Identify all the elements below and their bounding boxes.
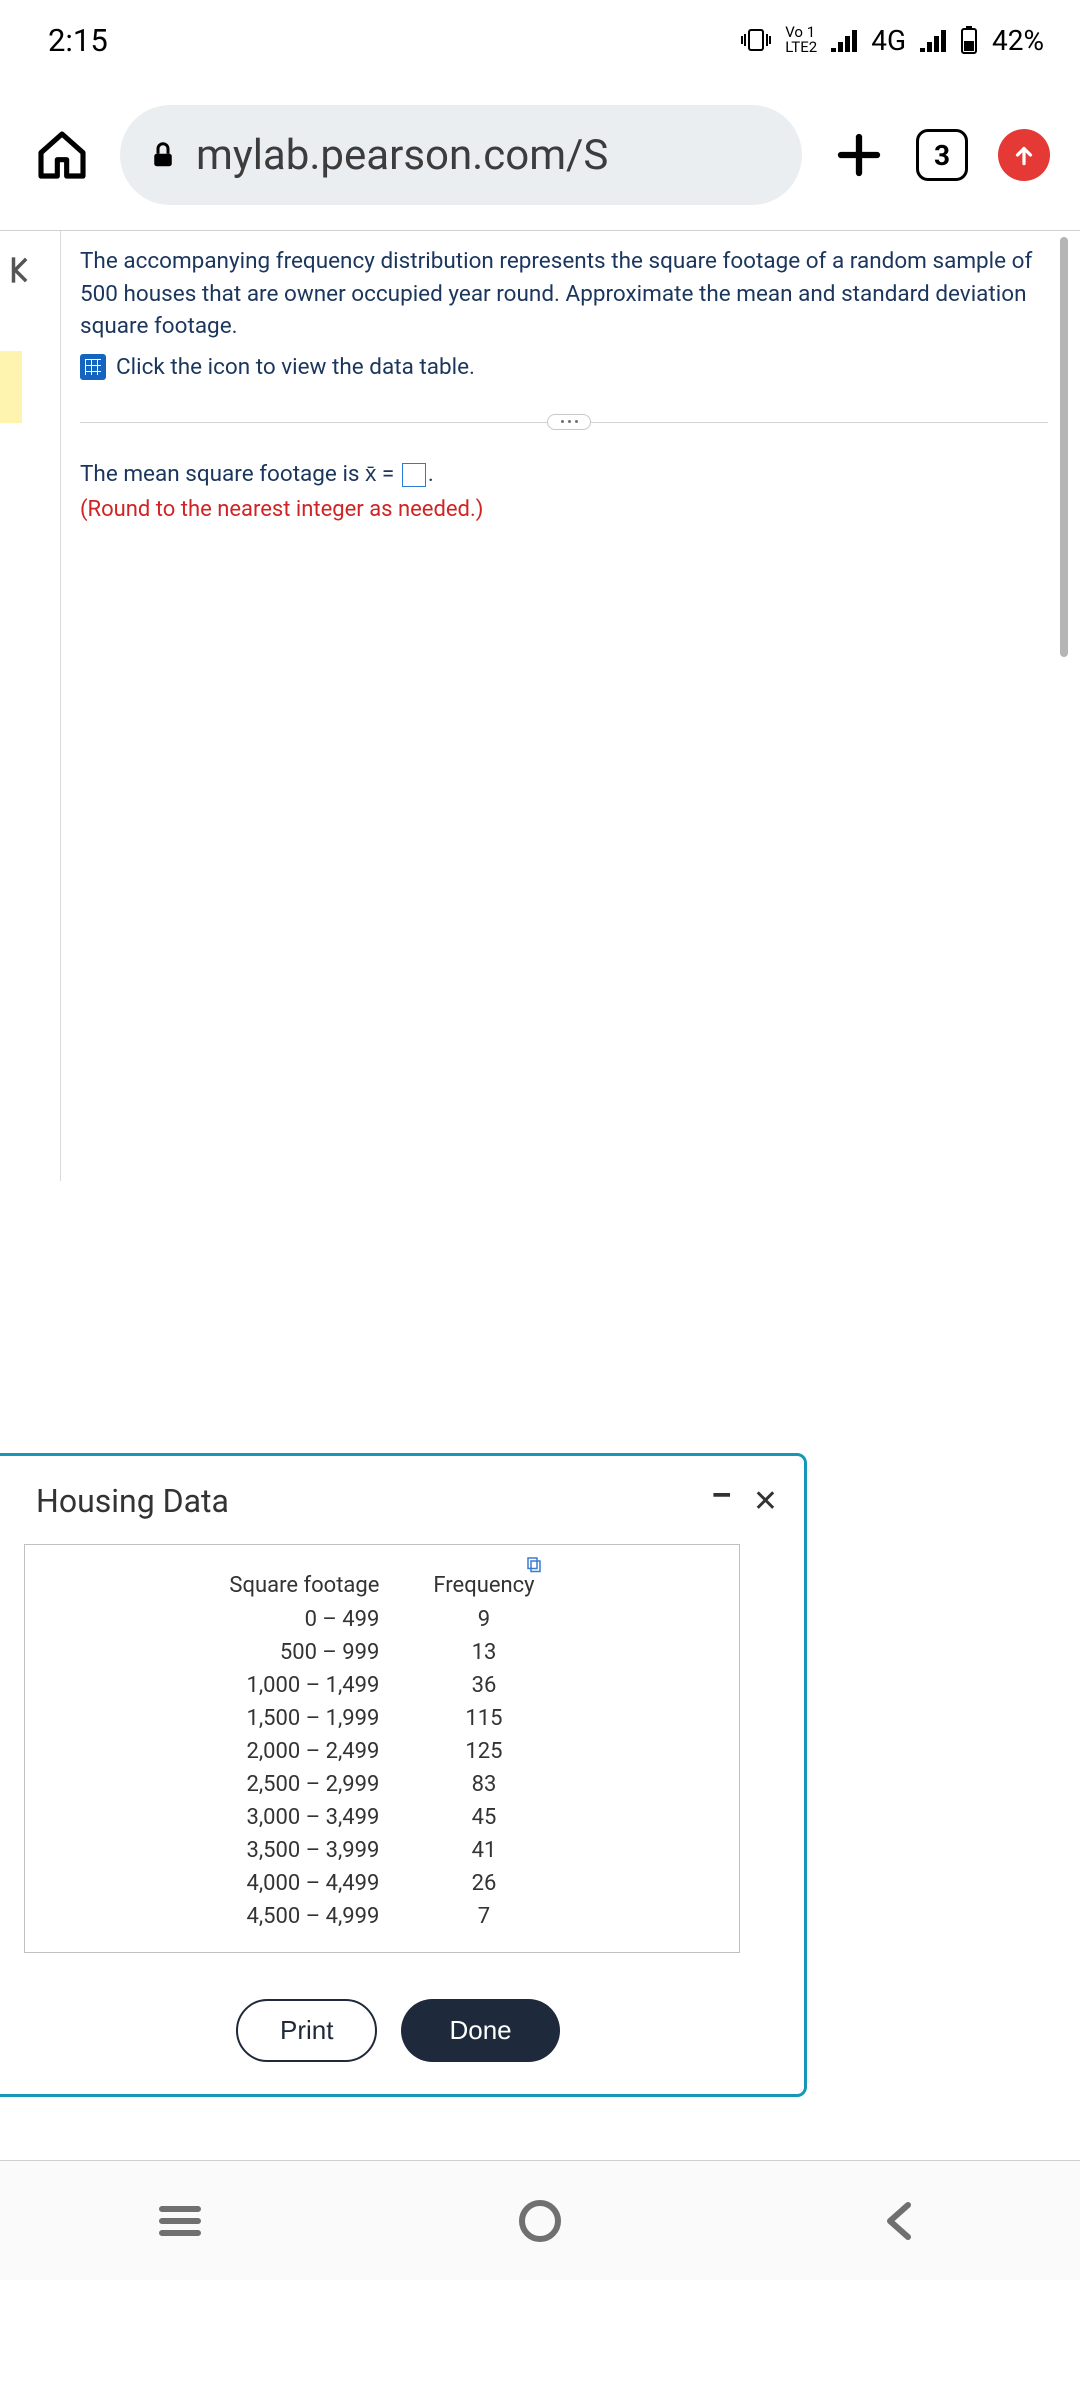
divider bbox=[60, 231, 61, 1181]
table-row: 4,500 – 4,9997 bbox=[203, 1901, 560, 1932]
frequency-table: Square footage Frequency 0 – 4999500 – 9… bbox=[201, 1567, 562, 1934]
copy-icon[interactable] bbox=[525, 1555, 543, 1573]
cell-freq: 115 bbox=[407, 1703, 560, 1734]
back-nav-icon[interactable] bbox=[876, 2197, 924, 2245]
vibrate-icon bbox=[741, 28, 771, 52]
status-bar: 2:15 Vo 1 LTE2 4G 42% bbox=[0, 0, 1080, 80]
cell-freq: 45 bbox=[407, 1802, 560, 1833]
clock: 2:15 bbox=[48, 22, 108, 59]
android-nav-bar bbox=[0, 2160, 1080, 2280]
table-row: 500 – 99913 bbox=[203, 1637, 560, 1668]
cell-range: 1,000 – 1,499 bbox=[203, 1670, 405, 1701]
cell-range: 500 – 999 bbox=[203, 1637, 405, 1668]
table-row: 2,000 – 2,499125 bbox=[203, 1736, 560, 1767]
rounding-hint: (Round to the nearest integer as needed.… bbox=[80, 494, 1058, 526]
battery-icon bbox=[960, 25, 978, 55]
question-area: The accompanying frequency distribution … bbox=[80, 231, 1080, 526]
done-button[interactable]: Done bbox=[401, 1999, 559, 2062]
new-tab-icon[interactable] bbox=[832, 128, 886, 182]
collapse-panel-icon[interactable] bbox=[4, 251, 42, 289]
cell-range: 4,500 – 4,999 bbox=[203, 1901, 405, 1932]
data-table-frame: Square footage Frequency 0 – 4999500 – 9… bbox=[24, 1544, 740, 1953]
cell-freq: 13 bbox=[407, 1637, 560, 1668]
status-icons: Vo 1 LTE2 4G 42% bbox=[741, 24, 1044, 57]
table-row: 4,000 – 4,49926 bbox=[203, 1868, 560, 1899]
popup-title: Housing Data bbox=[36, 1482, 229, 1520]
cell-range: 3,000 – 3,499 bbox=[203, 1802, 405, 1833]
table-row: 1,000 – 1,49936 bbox=[203, 1670, 560, 1701]
cell-range: 2,500 – 2,999 bbox=[203, 1769, 405, 1800]
view-data-label: Click the icon to view the data table. bbox=[116, 351, 475, 384]
home-nav-icon[interactable] bbox=[516, 2197, 564, 2245]
cell-freq: 7 bbox=[407, 1901, 560, 1932]
col-frequency: Frequency bbox=[407, 1569, 560, 1602]
table-row: 2,500 – 2,99983 bbox=[203, 1769, 560, 1800]
recent-apps-icon[interactable] bbox=[156, 2197, 204, 2245]
lock-icon bbox=[148, 140, 178, 170]
view-data-link[interactable]: Click the icon to view the data table. bbox=[80, 351, 1058, 384]
browser-toolbar: mylab.pearson.com/S 3 bbox=[0, 80, 1080, 230]
home-icon[interactable] bbox=[34, 127, 90, 183]
battery-pct: 42% bbox=[992, 24, 1044, 57]
scrollbar[interactable] bbox=[1060, 237, 1068, 657]
network-label: 4G bbox=[871, 24, 906, 57]
cell-range: 1,500 – 1,999 bbox=[203, 1703, 405, 1734]
answer-input[interactable] bbox=[402, 463, 426, 487]
table-row: 3,000 – 3,49945 bbox=[203, 1802, 560, 1833]
cell-range: 0 – 499 bbox=[203, 1604, 405, 1635]
lte-label: Vo 1 LTE2 bbox=[785, 25, 817, 55]
cell-range: 3,500 – 3,999 bbox=[203, 1835, 405, 1866]
address-bar[interactable]: mylab.pearson.com/S bbox=[120, 105, 802, 205]
cell-range: 4,000 – 4,499 bbox=[203, 1868, 405, 1899]
table-row: 1,500 – 1,999115 bbox=[203, 1703, 560, 1734]
url-text: mylab.pearson.com/S bbox=[196, 131, 608, 180]
cell-freq: 125 bbox=[407, 1736, 560, 1767]
cell-range: 2,000 – 2,499 bbox=[203, 1736, 405, 1767]
tab-switcher[interactable]: 3 bbox=[916, 129, 968, 181]
signal-icon-1 bbox=[831, 28, 857, 52]
sticky-note-tab[interactable] bbox=[0, 351, 22, 423]
print-button[interactable]: Print bbox=[236, 1999, 377, 2062]
minimize-icon[interactable]: − bbox=[710, 1488, 733, 1514]
question-text: The accompanying frequency distribution … bbox=[80, 245, 1058, 343]
more-dots-icon[interactable] bbox=[547, 414, 591, 430]
cell-freq: 41 bbox=[407, 1835, 560, 1866]
signal-icon-2 bbox=[920, 28, 946, 52]
answer-line: The mean square footage is x̄ = . bbox=[80, 458, 1058, 491]
housing-data-popup: Housing Data − ✕ Square footage Frequenc… bbox=[0, 1453, 807, 2097]
update-badge-icon[interactable] bbox=[998, 129, 1050, 181]
data-table-icon bbox=[80, 354, 106, 380]
table-row: 0 – 4999 bbox=[203, 1604, 560, 1635]
section-divider bbox=[80, 414, 1058, 430]
page-content: The accompanying frequency distribution … bbox=[0, 230, 1080, 2280]
cell-freq: 9 bbox=[407, 1604, 560, 1635]
table-row: 3,500 – 3,99941 bbox=[203, 1835, 560, 1866]
cell-freq: 36 bbox=[407, 1670, 560, 1701]
cell-freq: 83 bbox=[407, 1769, 560, 1800]
cell-freq: 26 bbox=[407, 1868, 560, 1899]
close-icon[interactable]: ✕ bbox=[753, 1484, 778, 1519]
col-square-footage: Square footage bbox=[203, 1569, 405, 1602]
